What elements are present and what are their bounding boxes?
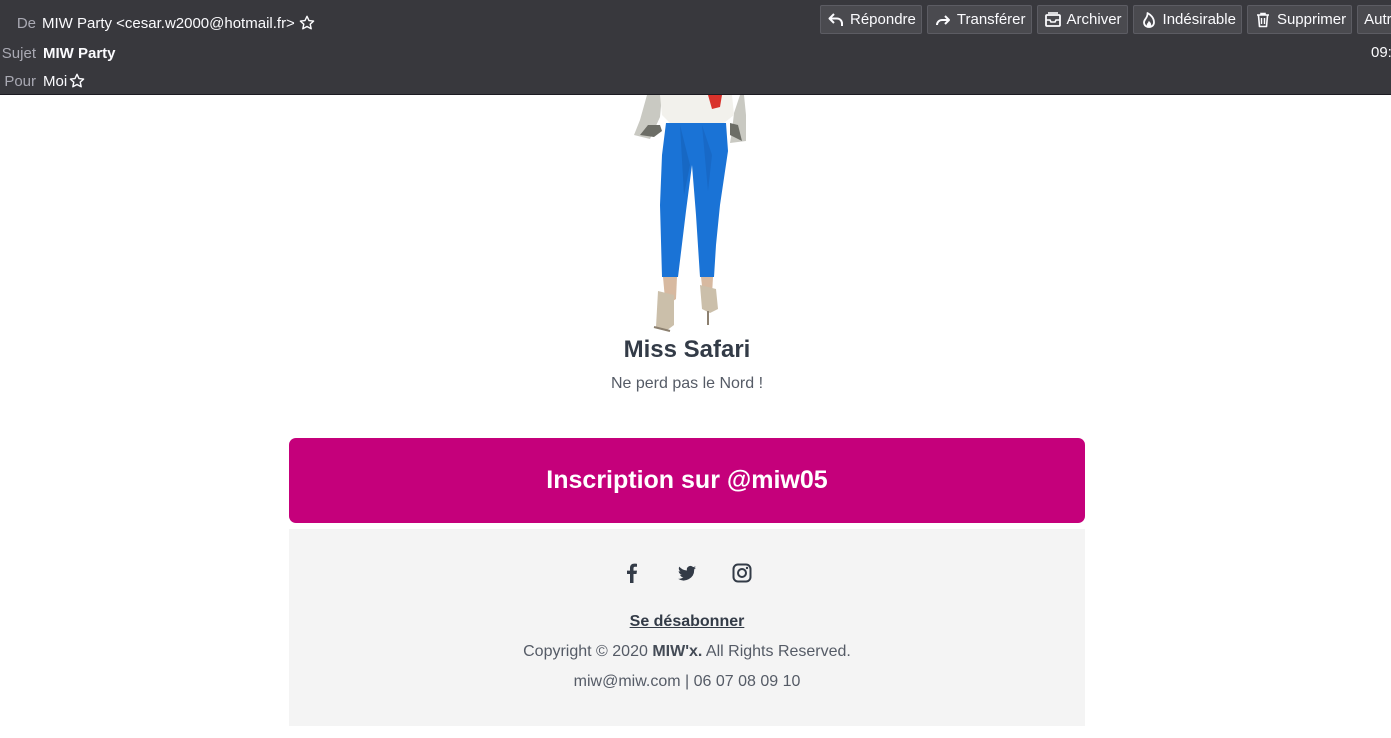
to-label: Pour: [4, 72, 36, 90]
signup-button[interactable]: Inscription sur @miw05: [289, 438, 1085, 523]
subject-value: MIW Party: [43, 44, 116, 62]
product-tagline: Ne perd pas le Nord !: [610, 375, 764, 392]
forward-icon: [934, 11, 952, 29]
flame-icon: [1140, 11, 1158, 29]
copyright-prefix: Copyright © 2020: [523, 643, 653, 660]
scrollbar[interactable]: [1385, 96, 1391, 738]
forward-button[interactable]: Transférer: [926, 5, 1032, 34]
email-footer: Se désabonner Copyright © 2020 MIW'x. Al…: [289, 529, 1085, 726]
junk-label: Indésirable: [1162, 11, 1236, 28]
copyright-text: Copyright © 2020 MIW'x. All Rights Reser…: [289, 643, 1085, 661]
delete-button[interactable]: Supprimer: [1246, 5, 1353, 34]
product-photo: [562, 95, 812, 335]
from-label: De: [16, 14, 36, 32]
unsubscribe-link[interactable]: Se désabonner: [289, 613, 1085, 631]
more-button[interactable]: Autres: [1357, 5, 1391, 34]
archive-label: Archiver: [1066, 11, 1122, 28]
forward-label: Transférer: [956, 11, 1026, 28]
reply-label: Répondre: [850, 11, 916, 28]
instagram-icon[interactable]: [731, 561, 753, 585]
from-row: De MIW Party <cesar.w2000@hotmail.fr>: [0, 12, 315, 34]
trash-icon: [1254, 11, 1272, 29]
reply-button[interactable]: Répondre: [820, 5, 922, 34]
archive-icon: [1044, 11, 1062, 29]
twitter-icon[interactable]: [676, 561, 698, 585]
archive-button[interactable]: Archiver: [1036, 5, 1128, 34]
message-time: 09:: [1371, 44, 1391, 61]
delete-label: Supprimer: [1276, 11, 1347, 28]
message-header: De MIW Party <cesar.w2000@hotmail.fr> Su…: [0, 0, 1391, 95]
contact-info: miw@miw.com | 06 07 08 09 10: [573, 673, 801, 690]
junk-button[interactable]: Indésirable: [1132, 5, 1242, 34]
facebook-icon[interactable]: [621, 561, 643, 585]
to-value[interactable]: Moi: [43, 73, 67, 90]
copyright-suffix: All Rights Reserved.: [702, 643, 851, 660]
subject-row: Sujet MIW Party: [0, 42, 116, 64]
product-name: Miss Safari: [623, 336, 751, 363]
social-links: [289, 561, 1085, 585]
star-icon[interactable]: [299, 15, 315, 31]
message-toolbar: Répondre Transférer Archiver Indésirable…: [820, 5, 1391, 34]
subject-label: Sujet: [1, 44, 36, 62]
star-icon[interactable]: [69, 73, 85, 89]
copyright-brand: MIW'x.: [652, 643, 703, 660]
from-value[interactable]: MIW Party <cesar.w2000@hotmail.fr>: [42, 15, 295, 32]
to-row: Pour Moi: [0, 70, 85, 92]
reply-icon: [827, 11, 845, 29]
more-label: Autres: [1364, 11, 1391, 28]
